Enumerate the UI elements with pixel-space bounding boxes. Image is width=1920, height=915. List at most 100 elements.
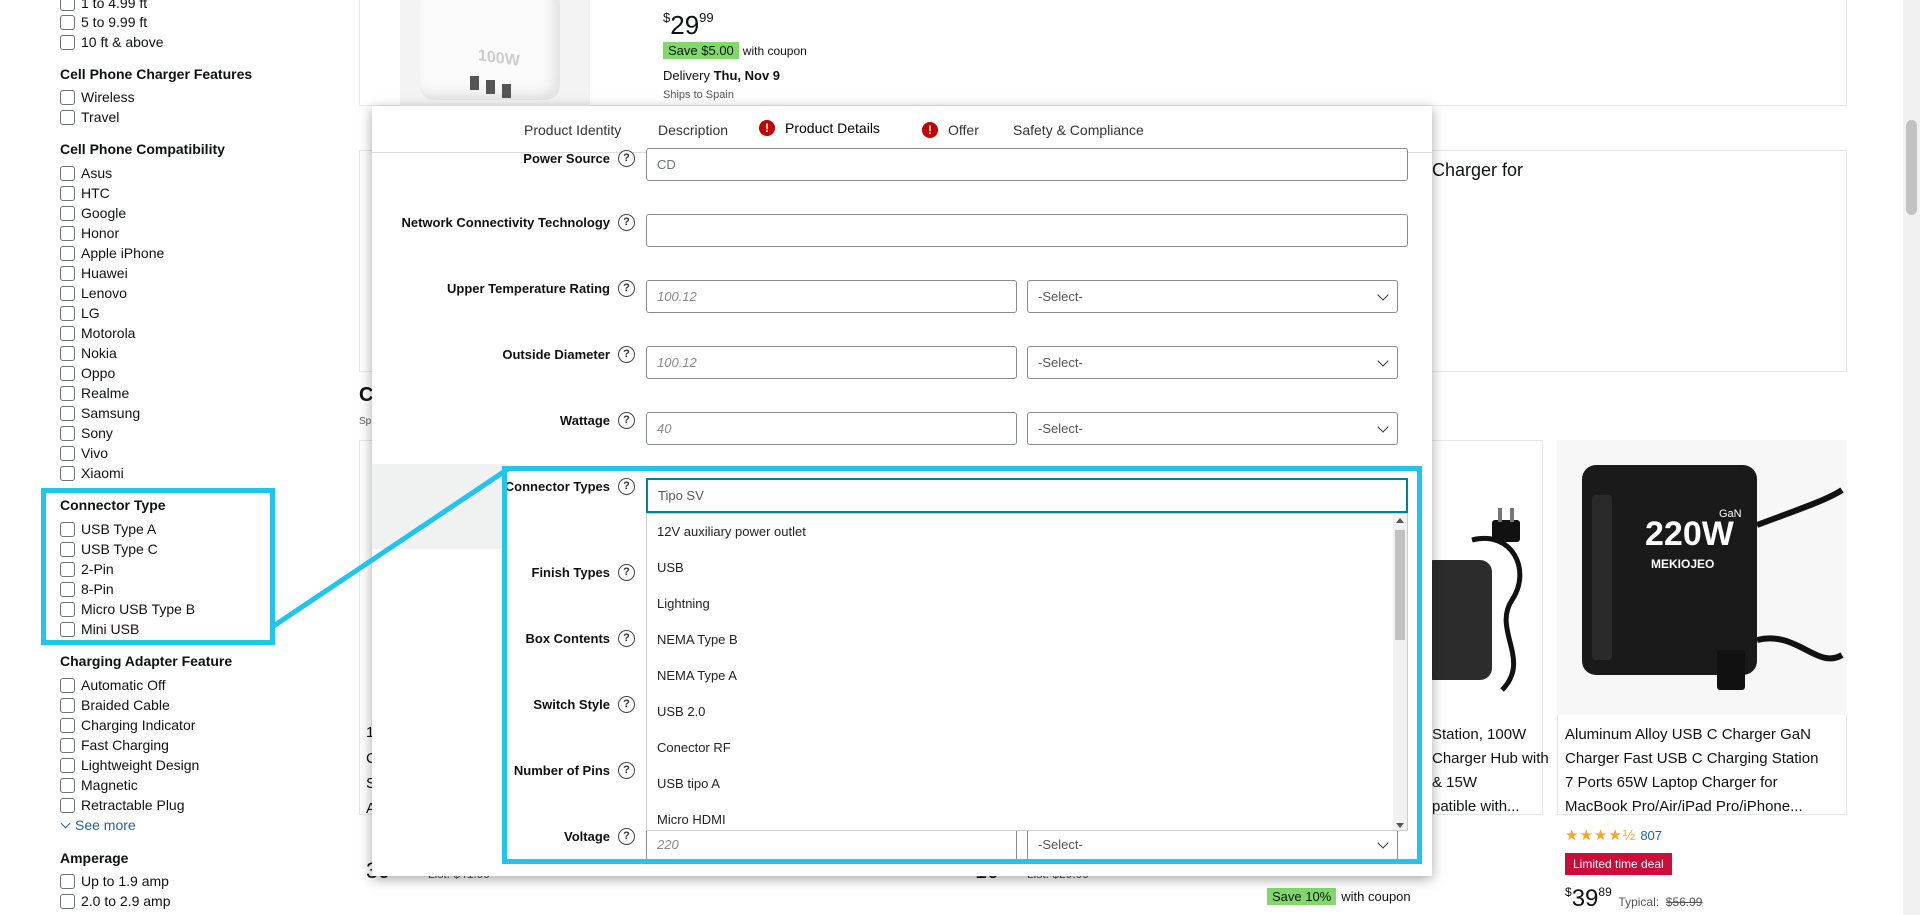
filter-option[interactable]: Honor [60,224,119,242]
filter-option[interactable]: Nokia [60,344,117,362]
checkbox[interactable] [60,205,75,221]
help-icon[interactable]: ? [618,345,635,363]
filter-option[interactable]: Lenovo [60,284,127,302]
checkbox[interactable] [60,109,75,125]
filter-option[interactable]: HTC [60,184,110,202]
tab-description[interactable]: Description [658,106,728,153]
filter-option[interactable]: Automatic Off [60,676,166,694]
checkbox[interactable] [60,165,75,181]
checkbox[interactable] [60,893,75,909]
upper-temperature-input[interactable]: 100.12 [646,280,1017,313]
checkbox[interactable] [60,445,75,461]
network-connectivity-label: Network Connectivity Technology? [372,212,635,232]
product-image-charger-cube[interactable]: 100W [400,0,590,106]
filter-option[interactable]: LG [60,304,100,322]
checkbox[interactable] [60,265,75,281]
filter-option[interactable]: Oppo [60,364,115,382]
checkbox[interactable] [60,717,75,733]
filter-option[interactable]: Asus [60,164,112,182]
checkbox[interactable] [60,0,75,11]
wattage-unit-select[interactable]: -Select- [1027,412,1398,445]
checkbox[interactable] [60,405,75,421]
filter-option[interactable]: Up to 1.9 amp [60,872,169,890]
delivery-info: Delivery Thu, Nov 9 [663,68,781,83]
checkbox[interactable] [60,245,75,261]
filter-option[interactable]: Huawei [60,264,128,282]
filter-option[interactable]: Charging Indicator [60,716,195,734]
filter-option[interactable]: Magnetic [60,776,138,794]
checkbox[interactable] [60,14,75,30]
filter-option[interactable]: 10 ft & above [60,33,164,51]
filter-option[interactable]: Retractable Plug [60,796,185,814]
help-icon[interactable]: ? [618,149,635,167]
checkbox[interactable] [60,185,75,201]
outside-diameter-input[interactable]: 100.12 [646,346,1017,379]
alert-icon: ! [759,120,775,136]
save-badge[interactable]: Save 10% [1267,888,1337,905]
checkbox[interactable] [60,89,75,105]
tab-safety-compliance[interactable]: Safety & Compliance [1013,106,1144,153]
wattage-input[interactable]: 40 [646,412,1017,445]
network-connectivity-input[interactable] [646,214,1408,247]
filter-option[interactable]: 2.0 to 2.9 amp [60,892,171,910]
tab-product-identity[interactable]: Product Identity [524,106,621,153]
checkbox[interactable] [60,325,75,341]
checkbox[interactable] [60,34,75,50]
filter-option[interactable]: Lightweight Design [60,756,199,774]
help-icon[interactable]: ? [618,411,635,429]
rating-row[interactable]: ★★★★½ 807 [1565,826,1662,844]
scrollbar-thumb[interactable] [1906,120,1917,215]
tab-offer[interactable]: ! Offer [922,106,979,153]
checkbox[interactable] [60,873,75,889]
checkbox[interactable] [60,345,75,361]
filter-option[interactable]: Vivo [60,444,108,462]
filter-option[interactable]: Motorola [60,324,135,342]
checkbox[interactable] [60,225,75,241]
filter-option[interactable]: Xiaomi [60,464,124,482]
filter-heading-amperage: Amperage [60,850,129,866]
deal-badge: Limited time deal [1565,853,1672,875]
filter-option[interactable]: Wireless [60,88,135,106]
ships-to: Ships to Spain [663,89,734,101]
chevron-down-icon [1377,420,1389,433]
checkbox[interactable] [60,677,75,693]
product-title-fragment[interactable]: Charger for [1432,160,1523,181]
checkbox[interactable] [60,285,75,301]
highlight-box-connector-filter [41,488,275,645]
product-image-220w-charger[interactable]: 220W GaN MEKIOJEO [1557,440,1847,715]
filter-option[interactable]: Fast Charging [60,736,169,754]
filter-option[interactable]: Apple iPhone [60,244,164,262]
checkbox[interactable] [60,757,75,773]
filter-option[interactable]: Google [60,204,126,222]
help-icon[interactable]: ? [618,213,635,231]
checkbox[interactable] [60,797,75,813]
filter-sidebar: 1 to 4.99 ft 5 to 9.99 ft 10 ft & above … [60,0,350,915]
checkbox[interactable] [60,777,75,793]
tab-product-details[interactable]: ! Product Details [745,106,894,153]
outside-diameter-unit-select[interactable]: -Select- [1027,346,1398,379]
checkbox[interactable] [60,465,75,481]
upper-temperature-unit-select[interactable]: -Select- [1027,280,1398,313]
filter-option[interactable]: 1 to 4.99 ft [60,0,147,12]
filter-option[interactable]: Samsung [60,404,140,422]
power-source-input[interactable]: CD [646,148,1408,181]
checkbox[interactable] [60,697,75,713]
filter-option[interactable]: Travel [60,108,119,126]
see-more-link[interactable]: See more [60,817,136,833]
rating-count[interactable]: 807 [1640,828,1662,843]
filter-option[interactable]: Realme [60,384,129,402]
filter-option[interactable]: 5 to 9.99 ft [60,13,147,31]
filter-option[interactable]: Braided Cable [60,696,170,714]
help-icon[interactable]: ? [618,279,635,297]
checkbox[interactable] [60,305,75,321]
save-badge[interactable]: Save $5.00 [663,42,739,59]
page-scrollbar[interactable] [1903,0,1920,915]
checkbox[interactable] [60,365,75,381]
checkbox[interactable] [60,737,75,753]
title-line: Charger Fast USB C Charging Station [1565,750,1819,767]
checkbox[interactable] [60,425,75,441]
wattage-label: Wattage? [372,410,635,430]
filter-option[interactable]: Sony [60,424,113,442]
checkbox[interactable] [60,385,75,401]
product-image-cable-charger[interactable] [1422,500,1542,700]
